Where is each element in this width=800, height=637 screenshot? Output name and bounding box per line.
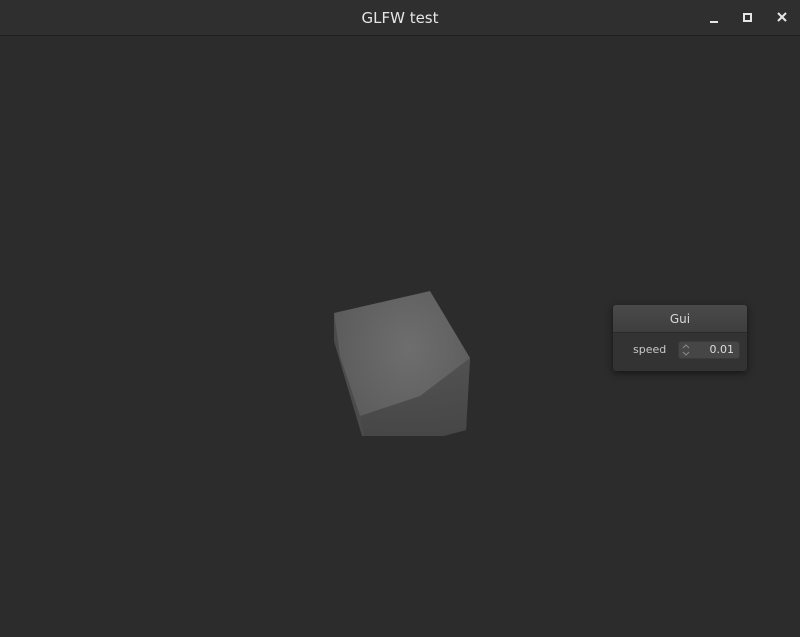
title-bar[interactable]: GLFW test (0, 0, 800, 36)
app-window: GLFW test Gui speed 0.01 (0, 0, 800, 637)
minimize-button[interactable] (704, 8, 724, 28)
speed-input[interactable]: 0.01 (678, 341, 740, 359)
window-title: GLFW test (361, 9, 439, 27)
minimize-icon (710, 21, 718, 23)
gui-panel-title[interactable]: Gui (613, 305, 747, 333)
maximize-icon (743, 13, 752, 22)
gui-panel: Gui speed 0.01 (613, 305, 747, 371)
speed-label: speed (633, 343, 667, 356)
spinner-arrows-icon[interactable] (682, 343, 690, 357)
maximize-button[interactable] (738, 8, 758, 28)
rotating-cube (334, 291, 470, 436)
speed-value: 0.01 (709, 343, 735, 356)
close-button[interactable] (772, 8, 792, 28)
close-icon (777, 12, 787, 22)
